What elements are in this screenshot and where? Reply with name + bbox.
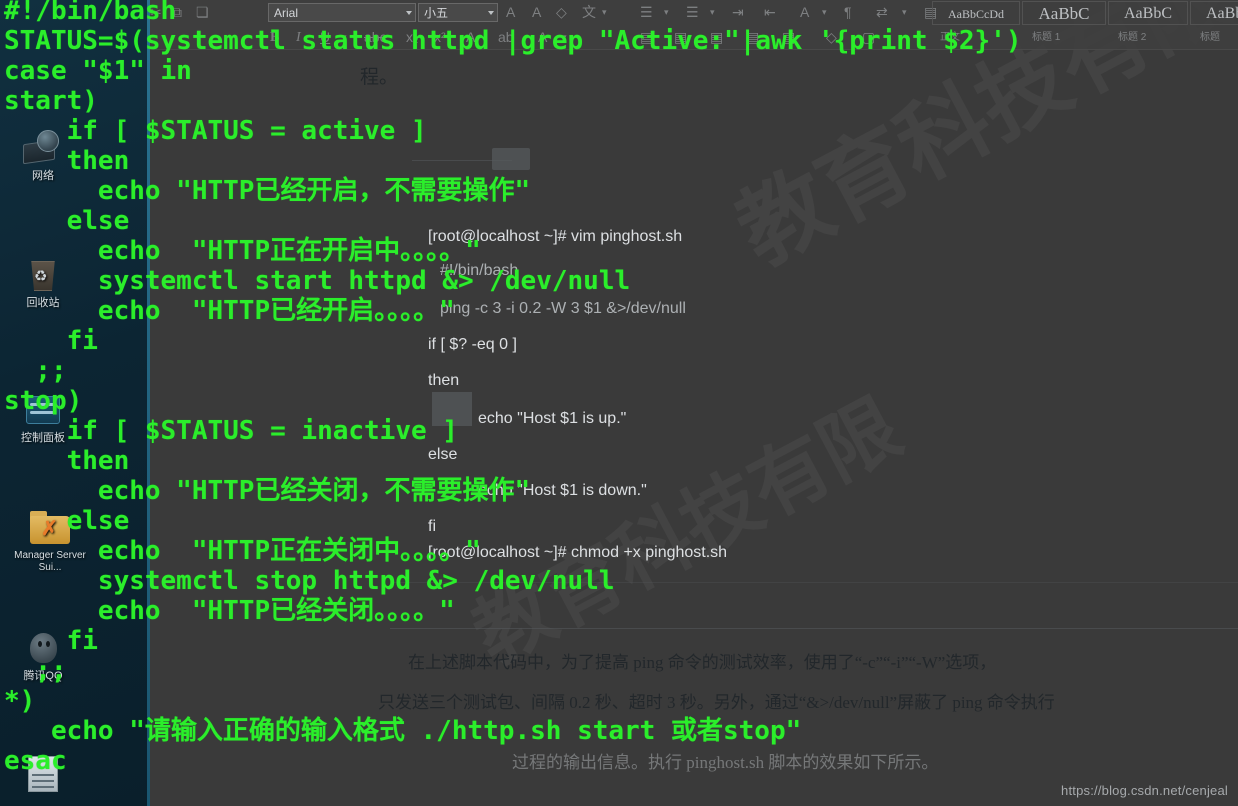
doc-console-line-5: echo "Host $1 is up.": [478, 410, 627, 427]
doc-console-line-1: #!/bin/bash: [440, 262, 519, 279]
superscript-icon[interactable]: x²: [434, 27, 446, 48]
doc-paragraph-0: 在上述脚本代码中，为了提高 ping 命令的测试效率，使用了“-c”“-i”“-…: [408, 653, 997, 672]
chevron-down-icon: [406, 11, 412, 15]
align-center-icon[interactable]: ▤: [674, 27, 687, 48]
numbering-icon[interactable]: ☰: [686, 2, 699, 23]
font-size-value: 小五: [424, 6, 449, 20]
doc-console-line-7: echo "Host $1 is down.": [478, 482, 647, 499]
doc-intro-fragment: 程。: [360, 67, 399, 88]
show-marks-icon[interactable]: ¶: [844, 2, 852, 23]
line-spacing-icon[interactable]: ⇄: [876, 2, 888, 23]
justify-icon[interactable]: ▤: [746, 27, 759, 48]
chevron-down-icon[interactable]: ▾: [562, 27, 567, 48]
border-icon[interactable]: ◇: [826, 27, 837, 48]
multilevel-list-icon[interactable]: ⇥: [732, 2, 744, 23]
control-panel-icon: [20, 390, 66, 430]
italic-icon[interactable]: I: [296, 27, 301, 48]
doc-console-line-4: then: [428, 372, 460, 389]
desktop-icon-control-panel-label: 控制面板: [21, 432, 65, 444]
shrink-font-icon[interactable]: A: [532, 2, 541, 23]
style-title[interactable]: AaBbC: [1190, 1, 1238, 25]
chevron-down-icon[interactable]: ▾: [710, 2, 715, 23]
style-heading-2-preview: AaBbC: [1124, 5, 1172, 22]
style-title-label: 标题: [1200, 32, 1220, 43]
desktop-icon-qq-label: 腾讯QQ: [23, 670, 63, 682]
qq-icon: [20, 628, 66, 668]
align-left-icon[interactable]: ▤: [640, 27, 653, 48]
doc-console-line-9: [root@localhost ~]# chmod +x pinghost.sh: [428, 544, 728, 561]
doc-paragraph-2: 过程的输出信息。执行 pinghost.sh 脚本的效果如下所示。: [512, 753, 939, 772]
doc-selection-block-2: [432, 392, 472, 426]
style-heading-1-label: 标题 1: [1032, 32, 1061, 43]
desktop-icon-manager-folder[interactable]: ✗ Manager Server Sui...: [4, 508, 96, 574]
style-normal-preview: AaBbCcDd: [948, 7, 1004, 21]
doc-console-line-3: if [ $? -eq 0 ]: [428, 336, 517, 353]
desktop-icon-recycle-bin[interactable]: ♻ 回收站: [4, 255, 82, 309]
chevron-down-icon[interactable]: ▾: [664, 2, 669, 23]
word-ribbon: ✂ ⧉ ❏ Arial 小五 A A ◇ 文 ▾ ☰ ▾ ☰ ▾ ⇥ ⇤ A ▾…: [150, 0, 1238, 50]
ribbon-row-top: ✂ ⧉ ❏ Arial 小五 A A ◇ 文 ▾ ☰ ▾ ☰ ▾ ⇥ ⇤ A ▾…: [150, 0, 1238, 25]
network-icon: [20, 128, 66, 168]
bullets-icon[interactable]: ☰: [640, 2, 653, 23]
document-icon: [20, 752, 66, 792]
underline-icon[interactable]: U: [320, 27, 330, 48]
font-name-value: Arial: [274, 6, 299, 20]
phonetic-guide-icon[interactable]: 文: [582, 2, 596, 23]
desktop-icon-manager-folder-label: Manager Server Sui...: [14, 550, 86, 573]
align-right-icon[interactable]: ▤: [710, 27, 723, 48]
chevron-down-icon[interactable]: ▾: [342, 27, 347, 48]
format-painter-icon[interactable]: ❏: [196, 2, 209, 23]
font-color-icon[interactable]: A: [538, 27, 547, 48]
select-icon[interactable]: ▢: [862, 27, 875, 48]
desktop-icon-network[interactable]: 网络: [4, 128, 82, 182]
doc-console-line-8: fi: [428, 518, 436, 535]
doc-console-line-2: ping -c 3 -i 0.2 -W 3 $1 &>/dev/null: [440, 300, 686, 317]
chevron-down-icon[interactable]: ▾: [602, 2, 607, 23]
doc-console-line-6: else: [428, 446, 458, 463]
page-divider-3: [390, 582, 1238, 583]
folder-icon: ✗: [27, 508, 73, 548]
grow-font-icon[interactable]: A: [506, 2, 515, 23]
clear-formatting-icon[interactable]: ◇: [556, 2, 567, 23]
cut-icon[interactable]: ✂: [150, 2, 162, 23]
doc-selection-block-1: [492, 148, 530, 170]
style-normal[interactable]: AaBbCcDd: [932, 1, 1020, 25]
chevron-down-icon[interactable]: ▾: [902, 2, 907, 23]
chevron-down-icon: [488, 11, 494, 15]
doc-console-line-0: [root@localhost ~]# vim pinghost.sh: [428, 228, 683, 245]
text-effects-icon[interactable]: A: [466, 27, 475, 48]
style-heading-1[interactable]: AaBbC: [1022, 1, 1106, 25]
word-document-page: 教育科技有限 教育科技有限 ✂ ⧉ ❏ Arial 小五 A A ◇ 文: [150, 0, 1238, 806]
desktop-icon-control-panel[interactable]: 控制面板: [4, 390, 82, 444]
font-name-combo[interactable]: Arial: [268, 3, 416, 22]
csdn-watermark: https://blog.csdn.net/cenjeal: [1061, 783, 1228, 798]
style-normal-label: 正文: [940, 32, 960, 43]
desktop-icon-document[interactable]: [4, 752, 82, 794]
desktop-icon-recycle-bin-label: 回收站: [26, 297, 60, 309]
sort-icon[interactable]: A: [800, 2, 809, 23]
style-title-preview: AaBbC: [1206, 5, 1238, 22]
screenshot-root: 教育科技有限 教育科技有限 ✂ ⧉ ❏ Arial 小五 A A ◇ 文: [0, 0, 1238, 806]
recycle-bin-icon: ♻: [20, 255, 66, 295]
subscript-icon[interactable]: x₂: [406, 27, 418, 48]
style-heading-2[interactable]: AaBbC: [1108, 1, 1188, 25]
copy-icon[interactable]: ⧉: [172, 2, 182, 23]
strikethrough-icon[interactable]: abc: [364, 27, 387, 48]
desktop-icon-qq[interactable]: 腾讯QQ: [4, 628, 82, 682]
bold-icon[interactable]: B: [270, 27, 279, 48]
doc-paragraph-1: 只发送三个测试包、间隔 0.2 秒、超时 3 秒。另外，通过“&>/dev/nu…: [378, 693, 1055, 712]
page-divider-2: [390, 628, 1238, 629]
ribbon-row-bottom: B I U ▾ abc x₂ x² A ab A ▾ ▤ ▤ ▤ ▤ ▤ ◇ ▢…: [150, 25, 1238, 50]
style-heading-1-preview: AaBbC: [1038, 4, 1090, 23]
style-heading-2-label: 标题 2: [1118, 32, 1147, 43]
windows-desktop: 网络 ♻ 回收站 控制面板 ✗ Manager Server Sui... 腾讯…: [0, 0, 150, 806]
font-size-combo[interactable]: 小五: [418, 3, 498, 22]
chevron-down-icon[interactable]: ▾: [822, 2, 827, 23]
desktop-icon-network-label: 网络: [32, 170, 54, 182]
text-highlight-icon[interactable]: ab: [498, 27, 514, 48]
distribute-icon[interactable]: ▤: [782, 27, 795, 48]
decrease-indent-icon[interactable]: ⇤: [764, 2, 776, 23]
